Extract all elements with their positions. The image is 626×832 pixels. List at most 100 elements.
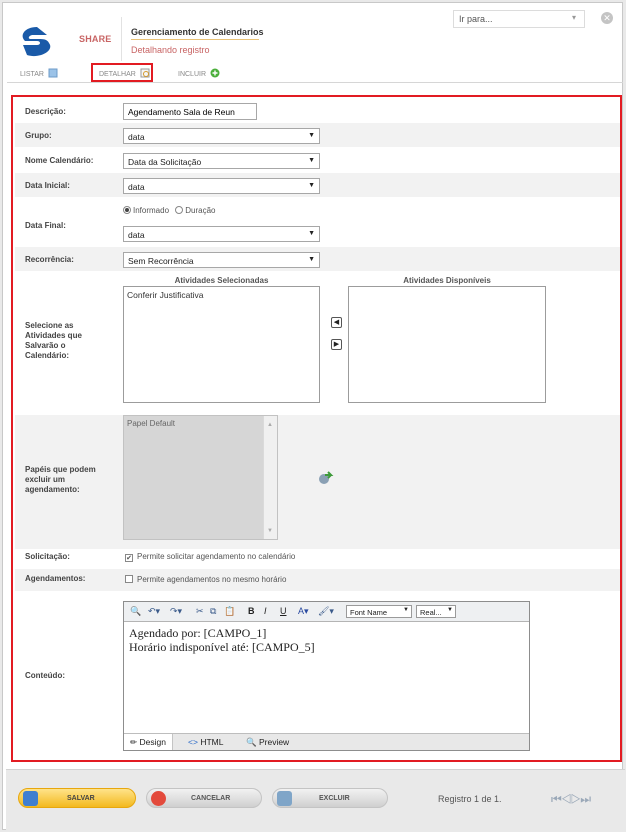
rich-text-editor: 🔍 ↶▾ ↷▾ ✂ ⧉ 📋 B I U A▾ 🖌▾ Font Name ▼ Re… bbox=[123, 601, 530, 751]
tab-html[interactable]: <> HTML bbox=[182, 734, 229, 750]
record-counter: Registro 1 de 1. bbox=[438, 794, 502, 804]
first-page-icon[interactable]: ⏮ bbox=[551, 792, 562, 806]
chevron-down-icon: ▾ bbox=[571, 13, 576, 22]
find-icon[interactable]: 🔍 bbox=[130, 605, 141, 618]
page-title: Gerenciamento de Calendarios bbox=[131, 27, 264, 37]
last-page-icon[interactable]: ⏭ bbox=[580, 792, 591, 806]
scroll-up-icon[interactable]: ▲ bbox=[267, 422, 273, 428]
detail-form: Descrição: Agendamento Sala de Reun Grup… bbox=[11, 95, 622, 762]
row-agendamentos: Agendamentos: Permite agendamentos no me… bbox=[15, 569, 620, 591]
title-underline bbox=[131, 39, 259, 40]
data-inicial-select[interactable]: data ▼ bbox=[123, 178, 320, 194]
grupo-select[interactable]: data ▼ bbox=[123, 128, 320, 144]
selected-activities-list[interactable]: Conferir Justificativa bbox=[123, 286, 320, 403]
bold-icon[interactable]: B bbox=[248, 605, 255, 618]
font-size-select[interactable]: Real... ▼ bbox=[416, 605, 456, 618]
nome-calendario-label: Nome Calendário: bbox=[25, 156, 94, 165]
font-color-icon[interactable]: A▾ bbox=[298, 605, 309, 618]
row-recorrencia: Recorrência: Sem Recorrência ▼ bbox=[15, 247, 620, 271]
available-activities-list[interactable] bbox=[348, 286, 546, 403]
data-final-label: Data Final: bbox=[25, 221, 66, 230]
tab-preview[interactable]: 🔍 Preview bbox=[240, 734, 295, 750]
chevron-down-icon: ▼ bbox=[308, 182, 315, 189]
row-nome-calendario: Nome Calendário: Data da Solicitação ▼ bbox=[15, 147, 620, 173]
cut-icon[interactable]: ✂ bbox=[196, 605, 204, 618]
solicitacao-checkbox-label: Permite solicitar agendamento no calendá… bbox=[137, 552, 296, 561]
transfer-icon[interactable] bbox=[318, 471, 334, 485]
agendamentos-label: Agendamentos: bbox=[25, 574, 86, 583]
roles-list[interactable]: Papel Default ▲ ▼ bbox=[123, 415, 278, 540]
brand-name: SHARE bbox=[79, 34, 112, 44]
floppy-icon bbox=[23, 791, 38, 806]
tab-listar[interactable]: LISTAR bbox=[20, 68, 58, 78]
underline-icon[interactable]: U bbox=[280, 605, 287, 618]
row-conteudo: Conteúdo: 🔍 ↶▾ ↷▾ ✂ ⧉ 📋 B I U A▾ 🖌▾ Font… bbox=[15, 591, 620, 759]
data-final-select[interactable]: data ▼ bbox=[123, 226, 320, 242]
chevron-down-icon: ▼ bbox=[308, 256, 315, 263]
copy-icon[interactable]: ⧉ bbox=[210, 605, 216, 618]
roles-scrollbar[interactable]: ▲ ▼ bbox=[263, 416, 277, 539]
row-solicitacao: Solicitação: ✔ Permite solicitar agendame… bbox=[15, 549, 620, 569]
window: SHARE Gerenciamento de Calendarios Detal… bbox=[2, 2, 625, 831]
radio-duracao[interactable] bbox=[175, 206, 184, 214]
paste-icon[interactable]: 📋 bbox=[224, 605, 235, 618]
italic-icon[interactable]: I bbox=[264, 605, 267, 618]
data-final-radio-group: Informado Duração bbox=[123, 206, 216, 215]
descricao-label: Descrição: bbox=[25, 107, 66, 116]
nome-calendario-select[interactable]: Data da Solicitação ▼ bbox=[123, 153, 320, 169]
highlight-color-icon[interactable]: 🖌▾ bbox=[318, 605, 334, 618]
list-item[interactable]: Conferir Justificativa bbox=[127, 290, 316, 300]
cancel-button[interactable]: CANCELAR bbox=[146, 788, 262, 808]
goto-select[interactable]: Ir para... ▾ bbox=[453, 10, 585, 28]
chevron-down-icon: ▼ bbox=[308, 230, 315, 237]
undo-icon[interactable]: ↶▾ bbox=[148, 605, 160, 618]
font-name-select[interactable]: Font Name ▼ bbox=[346, 605, 412, 618]
tab-incluir[interactable]: INCLUIR bbox=[178, 68, 220, 78]
header-divider bbox=[121, 17, 122, 61]
tab-preview-label: Preview bbox=[258, 737, 290, 747]
chevron-down-icon: ▼ bbox=[447, 607, 453, 613]
cancel-button-label: CANCELAR bbox=[191, 795, 231, 802]
row-grupo: Grupo: data ▼ bbox=[15, 123, 620, 147]
prev-page-icon[interactable]: ◁ bbox=[561, 792, 572, 806]
move-left-icon[interactable]: ◀ bbox=[331, 317, 342, 328]
editor-content[interactable]: Agendado por: [CAMPO_1] Horário indispon… bbox=[129, 626, 315, 654]
delete-button[interactable]: EXCLUIR bbox=[272, 788, 388, 808]
agendamentos-checkbox[interactable] bbox=[125, 575, 133, 583]
conteudo-label: Conteúdo: bbox=[25, 671, 65, 680]
solicitacao-checkbox[interactable]: ✔ bbox=[125, 554, 133, 562]
scroll-down-icon[interactable]: ▼ bbox=[267, 528, 273, 534]
close-icon[interactable]: ✕ bbox=[601, 12, 613, 24]
next-page-icon[interactable]: ▷ bbox=[571, 792, 582, 806]
recorrencia-label: Recorrência: bbox=[25, 255, 74, 264]
solicitacao-label: Solicitação: bbox=[25, 552, 70, 561]
data-inicial-select-value: data bbox=[128, 182, 145, 192]
font-size-value: Real... bbox=[420, 608, 442, 617]
save-button[interactable]: SALVAR bbox=[18, 788, 136, 808]
tab-highlight-box bbox=[91, 63, 153, 82]
list-item[interactable]: Papel Default bbox=[127, 419, 274, 428]
tab-listar-label: LISTAR bbox=[20, 71, 44, 78]
content-line: Agendado por: [CAMPO_1] bbox=[129, 626, 267, 640]
data-inicial-label: Data Inicial: bbox=[25, 181, 70, 190]
nome-calendario-select-value: Data da Solicitação bbox=[128, 157, 202, 167]
move-right-icon[interactable]: ▶ bbox=[331, 339, 342, 350]
tab-design-label: Design bbox=[139, 737, 166, 747]
grupo-label: Grupo: bbox=[25, 131, 52, 140]
save-button-label: SALVAR bbox=[67, 795, 95, 802]
pagination-nav: ⏮◁▷⏭ bbox=[551, 792, 591, 807]
row-papeis: Papéis que podem excluir um agendamento:… bbox=[15, 415, 620, 549]
tab-html-label: HTML bbox=[200, 737, 224, 747]
radio-informado[interactable] bbox=[123, 206, 131, 214]
row-data-inicial: Data Inicial: data ▼ bbox=[15, 173, 620, 197]
add-icon bbox=[210, 68, 220, 78]
row-data-final: Data Final: Informado Duração data ▼ bbox=[15, 197, 620, 247]
radio-duracao-label: Duração bbox=[185, 206, 216, 215]
redo-icon[interactable]: ↷▾ bbox=[170, 605, 182, 618]
recorrencia-select[interactable]: Sem Recorrência ▼ bbox=[123, 252, 320, 268]
solicitacao-checkbox-row: ✔ Permite solicitar agendamento no calend… bbox=[125, 552, 295, 562]
data-final-select-value: data bbox=[128, 230, 145, 240]
tab-design[interactable]: ✏ Design bbox=[124, 734, 173, 750]
descricao-field[interactable]: Agendamento Sala de Reun bbox=[123, 103, 257, 120]
chevron-down-icon: ▼ bbox=[308, 132, 315, 139]
